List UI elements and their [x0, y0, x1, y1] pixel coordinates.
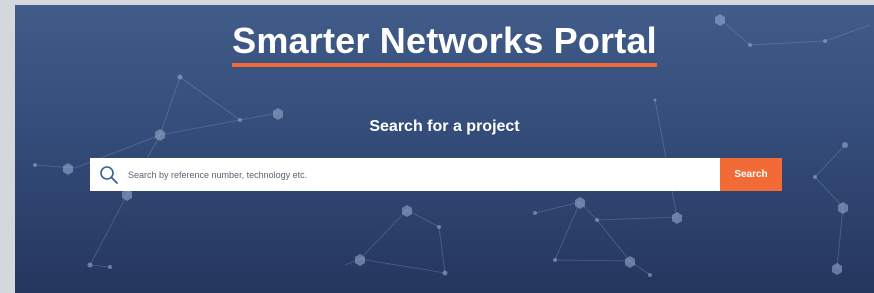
search-icon[interactable] — [90, 158, 128, 191]
search-input[interactable] — [128, 159, 720, 190]
portal-title: Smarter Networks Portal — [15, 19, 874, 67]
hero-banner: Smarter Networks Portal Search for a pro… — [15, 5, 874, 293]
search-button[interactable]: Search — [720, 158, 782, 191]
search-field — [90, 158, 720, 191]
search-heading: Search for a project — [369, 118, 520, 135]
portal-title-text: Smarter Networks Portal — [232, 19, 657, 67]
search-bar: Search — [90, 158, 782, 191]
